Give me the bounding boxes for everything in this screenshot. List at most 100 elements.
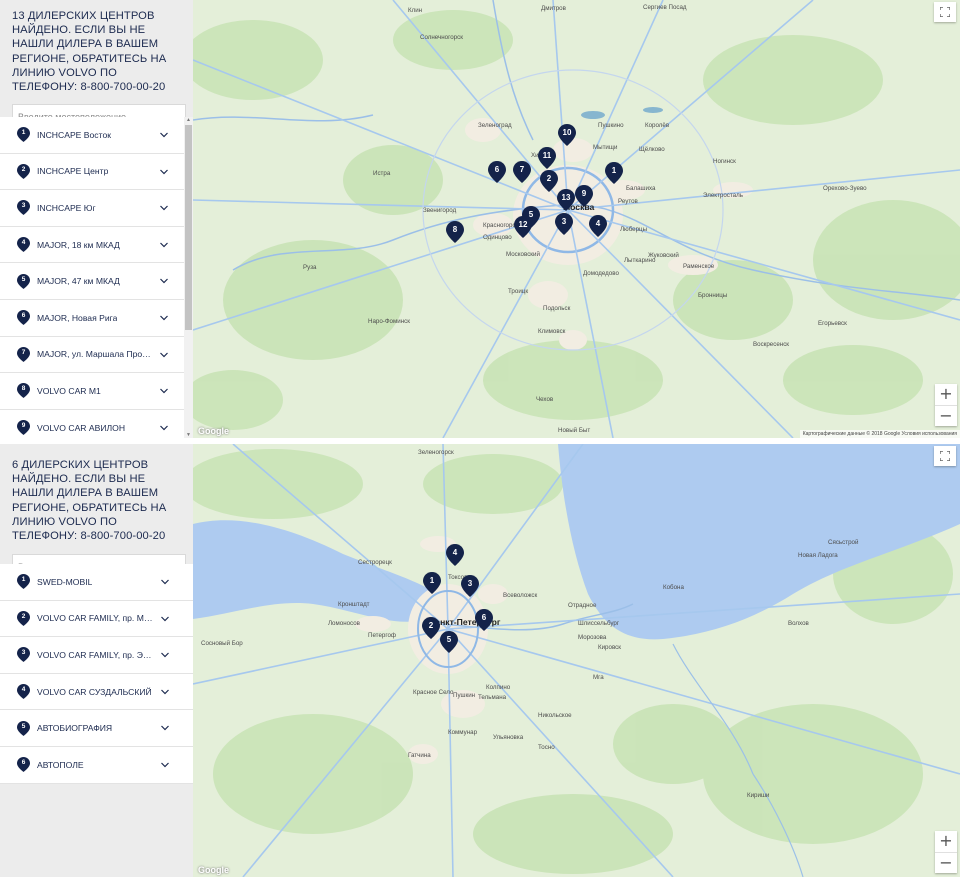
- map-place-label: Петергоф: [368, 632, 396, 639]
- moscow-dealer-panel: 13 ДИЛЕРСКИХ ЦЕНТРОВ НАЙДЕНО. ЕСЛИ ВЫ НЕ…: [0, 0, 960, 438]
- dealer-list-item[interactable]: 3 INCHCAPE Юг: [0, 190, 184, 227]
- chevron-down-icon: [160, 388, 168, 394]
- dealer-number-badge: 3: [17, 647, 30, 663]
- dealer-list-item[interactable]: 8 VOLVO CAR M1: [0, 373, 184, 410]
- dealer-map-marker[interactable]: 6: [488, 161, 506, 183]
- map-place-label: Сергиев Посад: [643, 4, 687, 11]
- map-place-label: Зеленоград: [478, 122, 512, 129]
- map-place-label: Сясьстрой: [828, 539, 859, 546]
- fullscreen-icon: [940, 7, 950, 17]
- map-place-label: Пушкин: [453, 692, 476, 699]
- dealer-number-badge: 9: [17, 420, 30, 436]
- marker-number: 13: [561, 193, 571, 202]
- dealer-name: INCHCAPE Юг: [37, 202, 96, 213]
- dealer-map-marker[interactable]: 8: [446, 221, 464, 243]
- dealer-map-marker[interactable]: 6: [475, 609, 493, 631]
- chevron-down-icon: [161, 579, 169, 585]
- map-place-label: Бронницы: [698, 292, 728, 299]
- dealer-number-badge: 5: [17, 273, 30, 289]
- map-place-label: Чехов: [536, 396, 554, 403]
- fullscreen-button[interactable]: [934, 446, 956, 466]
- map-place-label: Коммунар: [448, 729, 478, 736]
- dealer-list-item[interactable]: 2 VOLVO CAR FAMILY, пр. Маршала Жукова: [0, 601, 193, 638]
- dealer-map-marker[interactable]: 3: [555, 213, 573, 235]
- dealer-name: MAJOR, Новая Рига: [37, 312, 118, 323]
- dealer-list-item[interactable]: 6 MAJOR, Новая Рига: [0, 300, 184, 337]
- chevron-down-icon: [160, 132, 168, 138]
- hotline-phone: 8-800-700-00-20: [80, 81, 166, 94]
- zoom-out-button[interactable]: −: [935, 405, 957, 426]
- map-place-label: Балашиха: [626, 185, 656, 192]
- dealer-map-marker[interactable]: 1: [605, 162, 623, 184]
- map-place-label: Орехово-Зуево: [823, 185, 867, 192]
- dealer-number-badge: 7: [17, 346, 30, 362]
- dealer-name: INCHCAPE Восток: [37, 129, 111, 140]
- map-place-label: Кировск: [598, 644, 621, 651]
- dealer-number-badge: 2: [17, 163, 30, 179]
- map-attribution[interactable]: Картографические данные © 2018 Google Ус…: [799, 430, 960, 438]
- dealer-list-item[interactable]: 4 VOLVO CAR СУЗДАЛЬСКИЙ: [0, 674, 193, 711]
- map-place-label: Одинцово: [483, 234, 512, 241]
- dealer-map-marker[interactable]: 4: [446, 544, 464, 566]
- marker-number: 11: [542, 151, 552, 160]
- dealer-list-item[interactable]: 1 SWED-MOBIL: [0, 564, 193, 601]
- map-place-label: Морозова: [578, 634, 607, 641]
- dealer-list-item[interactable]: 1 INCHCAPE Восток: [0, 117, 184, 154]
- zoom-controls: + −: [935, 831, 957, 873]
- dealer-list-item[interactable]: 9 VOLVO CAR АВИЛОН: [0, 410, 184, 438]
- map-place-label: Гатчина: [408, 752, 431, 759]
- map-place-label: Новый Быт: [558, 427, 591, 434]
- dealer-name: MAJOR, 47 км МКАД: [37, 276, 120, 287]
- marker-number: 1: [429, 576, 435, 585]
- map-place-label: Сосновый Бор: [201, 640, 243, 647]
- chevron-down-icon: [161, 616, 169, 621]
- scroll-up-icon[interactable]: ▲: [186, 117, 191, 123]
- dealer-map-marker[interactable]: 2: [540, 170, 558, 192]
- dealer-list-item[interactable]: 3 VOLVO CAR FAMILY, пр. Энергетиков: [0, 637, 193, 674]
- dealer-number: 5: [21, 722, 26, 730]
- chevron-down-icon: [160, 425, 168, 431]
- dealer-map-marker[interactable]: 2: [422, 617, 440, 639]
- dealer-list-item[interactable]: 2 INCHCAPE Центр: [0, 154, 184, 191]
- dealer-map-marker[interactable]: 12: [514, 216, 532, 238]
- zoom-out-button[interactable]: −: [935, 852, 957, 873]
- map-place-label: Воскресенск: [753, 341, 790, 348]
- dealer-list-item[interactable]: 4 MAJOR, 18 км МКАД: [0, 227, 184, 264]
- dealer-name: MAJOR, 18 км МКАД: [37, 239, 120, 250]
- map-place-label: Егорьевск: [818, 320, 847, 327]
- map-place-label: Подольск: [543, 305, 571, 312]
- dealer-number-badge: 2: [17, 610, 30, 626]
- dealer-map-marker[interactable]: 10: [558, 124, 576, 146]
- dealer-map-marker[interactable]: 13: [557, 189, 575, 211]
- dealer-list-scrollbar[interactable]: ▲ ▼: [184, 117, 193, 438]
- dealer-list-item[interactable]: 5 MAJOR, 47 км МКАД: [0, 263, 184, 300]
- fullscreen-button[interactable]: [934, 2, 956, 22]
- dealer-number-badge: 3: [17, 200, 30, 216]
- dealer-map-marker[interactable]: 3: [461, 575, 479, 597]
- map-place-label: Красногорск: [483, 222, 519, 229]
- dealer-name: VOLVO CAR FAMILY, пр. Маршала Жукова: [37, 613, 155, 624]
- dealer-map-marker[interactable]: 1: [423, 572, 441, 594]
- dealer-map-marker[interactable]: 7: [513, 161, 531, 183]
- map-place-label: Новая Ладога: [798, 552, 838, 559]
- dealer-map-marker[interactable]: 4: [589, 215, 607, 237]
- scrollbar-thumb[interactable]: [185, 125, 192, 330]
- dealer-map[interactable]: Клин Дмитров Сергиев Посад Солнечногорск Зел…: [193, 0, 960, 438]
- dealer-list-item[interactable]: 7 MAJOR, ул. Маршала Прошлякова: [0, 337, 184, 374]
- dealer-map-marker[interactable]: 5: [440, 631, 458, 653]
- dealer-name: VOLVO CAR FAMILY, пр. Энергетиков: [37, 649, 155, 660]
- dealer-map[interactable]: Зеленогорск Сестрорецк Кронштадт Петергоф Ло…: [193, 444, 960, 877]
- map-place-label: Солнечногорск: [420, 34, 463, 41]
- dealer-map-marker[interactable]: 11: [538, 147, 556, 169]
- map-place-label: Звенигород: [423, 207, 457, 214]
- map-place-label: Шлиссельбург: [578, 620, 620, 627]
- dealer-list-item[interactable]: 5 АВТОБИОГРАФИЯ: [0, 710, 193, 747]
- zoom-in-button[interactable]: +: [935, 384, 957, 405]
- map-place-label: Зеленогорск: [418, 449, 454, 456]
- map-place-label: Люберцы: [620, 226, 648, 233]
- map-place-label: Отрадное: [568, 602, 597, 609]
- map-place-label: Пушкино: [598, 122, 624, 129]
- dealer-list-item[interactable]: 6 АВТОПОЛЕ: [0, 747, 193, 784]
- dealer-map-marker[interactable]: 9: [575, 185, 593, 207]
- zoom-in-button[interactable]: +: [935, 831, 957, 852]
